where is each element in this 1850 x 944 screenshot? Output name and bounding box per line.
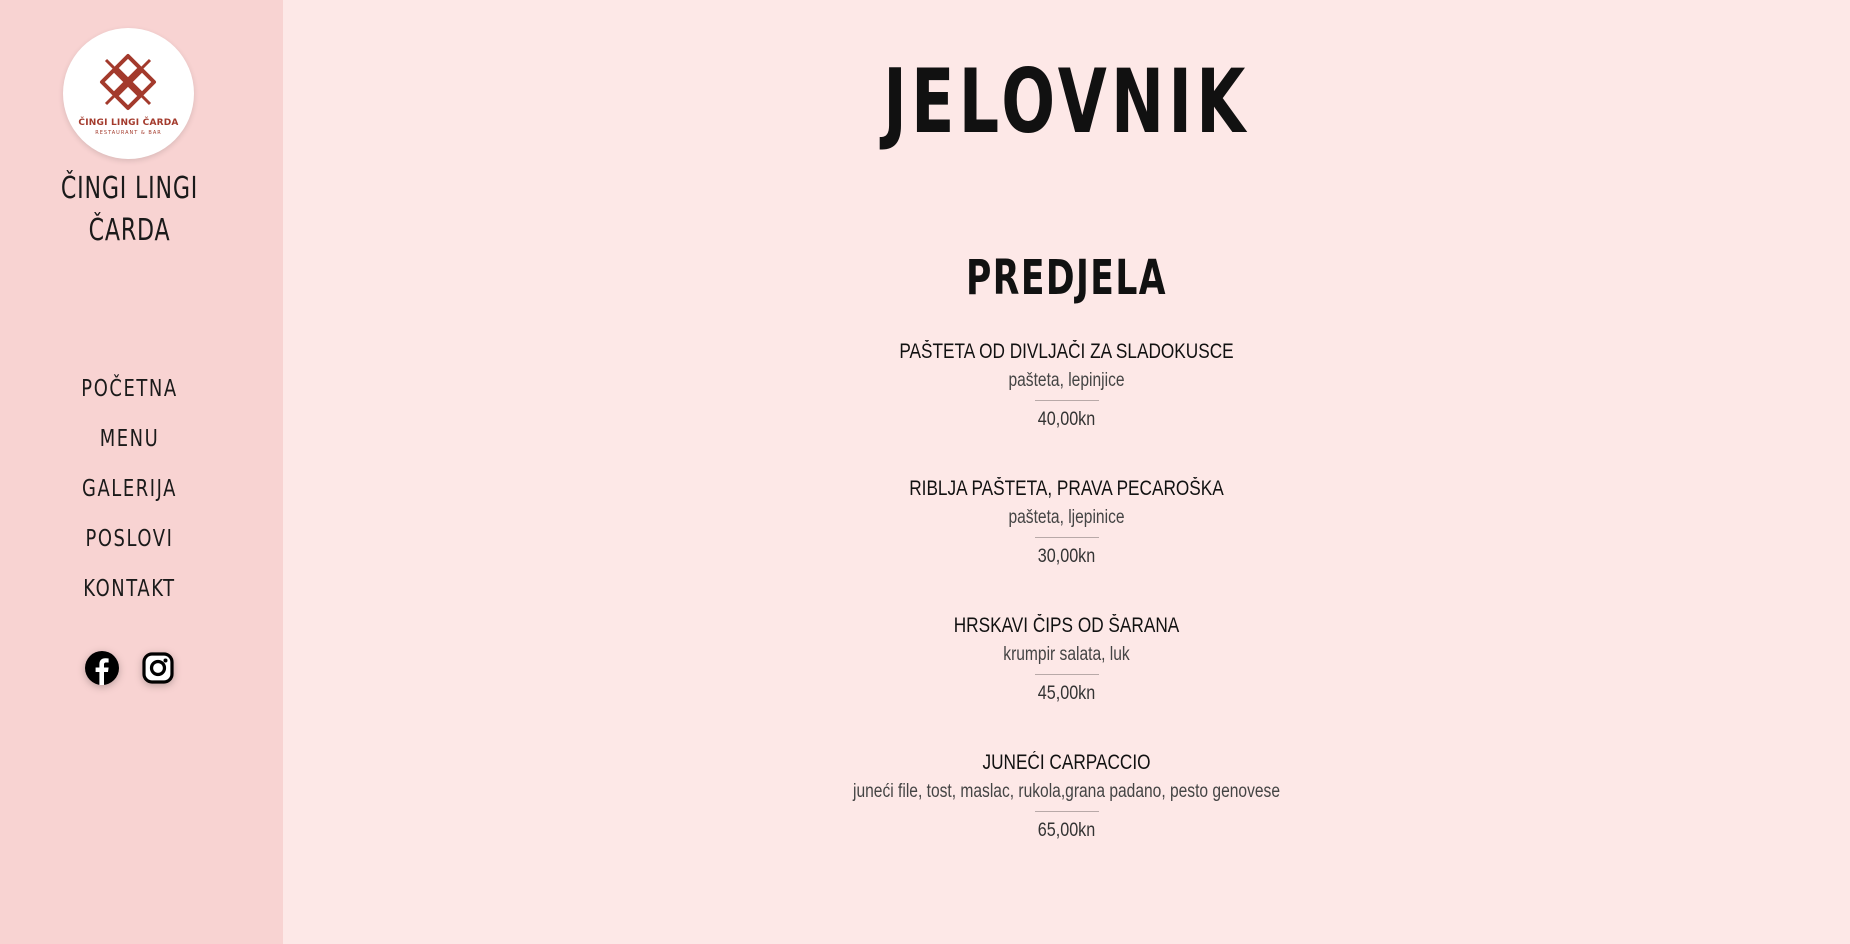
item-description: pašteta, lepinjice [1008,370,1125,391]
item-divider [1034,674,1099,675]
item-name: RIBLJA PAŠTETA, PRAVA PECAROŠKA [909,477,1224,500]
item-divider [1034,537,1099,538]
instagram-icon[interactable] [140,650,176,686]
nav-item-pocetna[interactable]: POČETNA [28,364,230,414]
menu-list: PAŠTETA OD DIVLJAČI ZA SLADOKUSCE paštet… [283,337,1850,885]
sidebar: ČINGI LINGI ČARDA RESTAURANT & BAR ČINGI… [0,0,283,944]
menu-item: RIBLJA PAŠTETA, PRAVA PECAROŠKA pašteta,… [283,474,1850,611]
logo-text: ČINGI LINGI ČARDA [78,118,179,128]
item-price: 30,00kn [1037,546,1096,567]
item-price: 65,00kn [1037,820,1096,841]
item-description: pašteta, ljepinice [1008,507,1125,528]
brand-name-line1: ČINGI LINGI [60,171,199,206]
item-description: krumpir salata, luk [1003,644,1130,665]
menu-item: HRSKAVI ČIPS OD ŠARANA krumpir salata, l… [283,611,1850,748]
logo-emblem-icon [100,54,156,110]
facebook-icon[interactable] [84,650,120,686]
main-nav: POČETNA MENU GALERIJA POSLOVI KONTAKT [0,364,259,614]
item-price: 45,00kn [1037,683,1096,704]
item-name: HRSKAVI ČIPS OD ŠARANA [953,614,1180,637]
item-name: JUNEĆI CARPACCIO [982,751,1151,774]
nav-item-menu[interactable]: MENU [28,414,230,464]
logo[interactable]: ČINGI LINGI ČARDA RESTAURANT & BAR [63,28,194,159]
item-divider [1034,811,1099,812]
nav-item-kontakt[interactable]: KONTAKT [28,564,230,614]
main-content: JELOVNIK PREDJELA PAŠTETA OD DIVLJAČI ZA… [283,0,1850,944]
item-name: PAŠTETA OD DIVLJAČI ZA SLADOKUSCE [899,340,1234,363]
social-links [84,650,176,686]
section-title: PREDJELA [966,250,1167,306]
brand-name[interactable]: ČINGI LINGI ČARDA [23,168,235,252]
menu-item: JUNEĆI CARPACCIO juneći file, tost, masl… [283,748,1850,885]
logo-subtext: RESTAURANT & BAR [95,130,162,136]
item-price: 40,00kn [1037,409,1096,430]
nav-item-galerija[interactable]: GALERIJA [28,464,230,514]
brand-name-line2: ČARDA [88,213,171,248]
page-title: JELOVNIK [883,50,1250,153]
menu-item: PAŠTETA OD DIVLJAČI ZA SLADOKUSCE paštet… [283,337,1850,474]
item-divider [1034,400,1099,401]
item-description: juneći file, tost, maslac, rukola,grana … [853,781,1280,802]
nav-item-poslovi[interactable]: POSLOVI [28,514,230,564]
